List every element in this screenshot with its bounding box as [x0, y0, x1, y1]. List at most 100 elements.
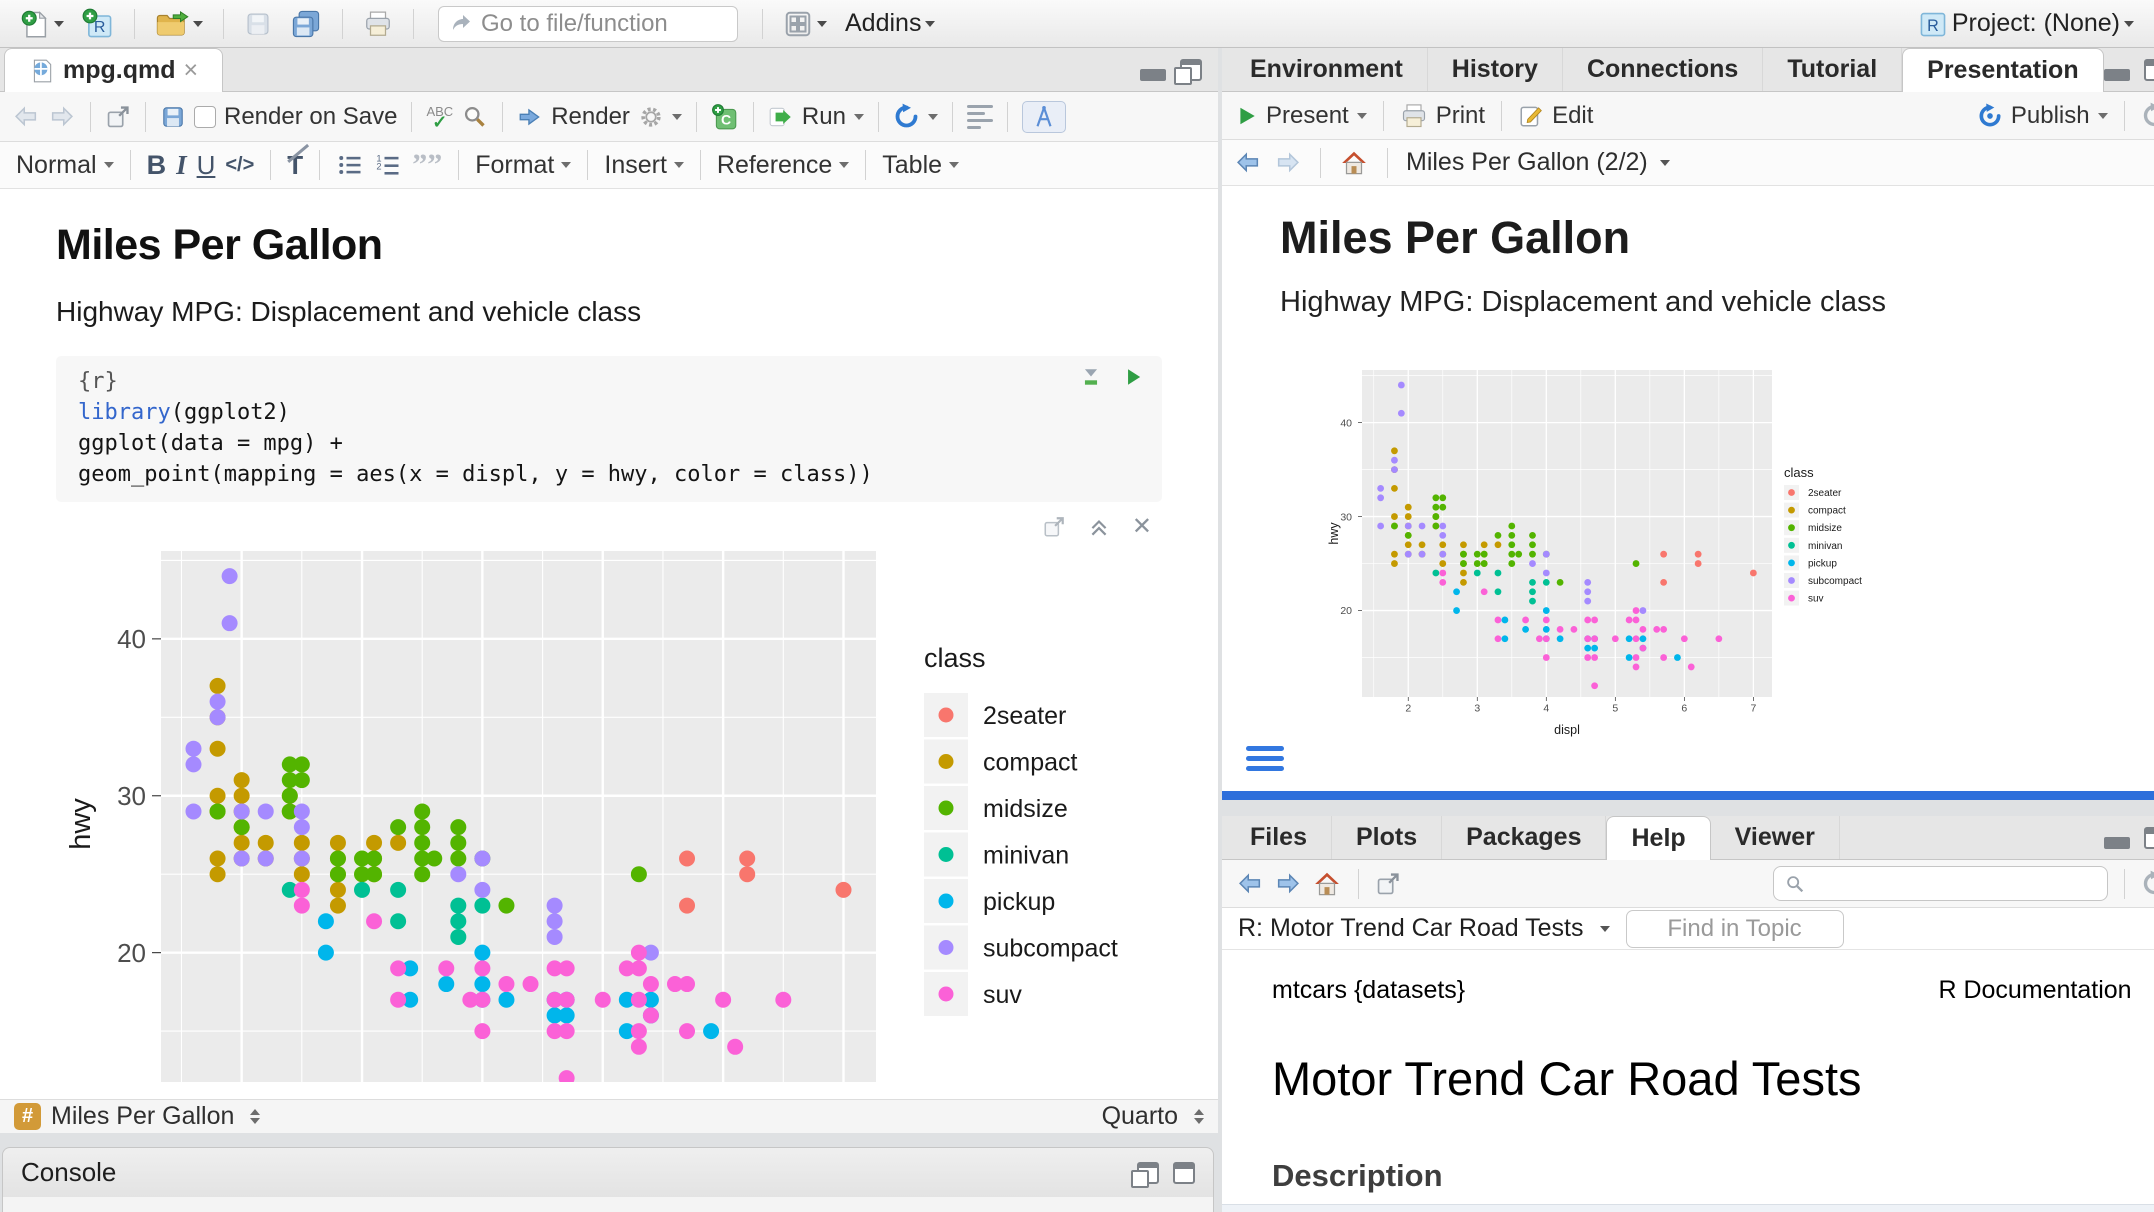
italic-button[interactable]: I [176, 150, 187, 181]
publish-button[interactable]: Publish [1977, 102, 2108, 130]
slide-menu-icon[interactable] [1246, 746, 1284, 771]
outline-toggle-icon[interactable] [967, 105, 993, 129]
tab-connections[interactable]: Connections [1563, 48, 1763, 91]
tab-environment-label: Environment [1250, 55, 1403, 84]
find-in-topic-input[interactable]: Find in Topic [1626, 910, 1844, 948]
r-code-chunk[interactable]: {r} library(ggplot2)ggplot(data = mpg) +… [56, 356, 1162, 502]
insert-menu[interactable]: Insert [604, 151, 684, 180]
home-icon[interactable] [1339, 148, 1369, 178]
format-menu[interactable]: Format [475, 151, 571, 180]
tab-history[interactable]: History [1428, 48, 1563, 91]
tab-plots[interactable]: Plots [1332, 816, 1442, 859]
tab-help[interactable]: Help [1606, 816, 1710, 860]
paragraph-style-label: Normal [16, 151, 97, 180]
output-popout-icon[interactable] [1042, 515, 1066, 539]
doc-type-label[interactable]: Quarto [1102, 1102, 1178, 1131]
rerun-icon[interactable] [893, 103, 920, 130]
save-doc-icon[interactable] [160, 104, 186, 130]
tab-viewer[interactable]: Viewer [1711, 816, 1840, 859]
run-button[interactable]: Run [768, 103, 864, 131]
blockquote-icon[interactable]: ”” [412, 155, 442, 175]
console-header[interactable]: Console [2, 1147, 1214, 1197]
slide-subtitle: Highway MPG: Displacement and vehicle cl… [1280, 286, 2154, 319]
presentation-slide[interactable]: Miles Per Gallon Highway MPG: Displaceme… [1222, 186, 2154, 791]
tab-presentation[interactable]: Presentation [1902, 48, 2103, 92]
render-settings-caret-icon[interactable] [672, 114, 682, 120]
help-search-input[interactable] [1773, 866, 2108, 901]
maximize-icon[interactable] [2144, 827, 2154, 849]
paragraph-style-select[interactable]: Normal [16, 151, 114, 180]
slide-location-caret-icon[interactable] [1660, 160, 1670, 166]
refresh-presentation-icon[interactable] [2141, 102, 2154, 129]
render-on-save-checkbox[interactable] [194, 106, 216, 128]
numbered-list-icon[interactable]: 12 [374, 151, 402, 179]
render-button[interactable]: Render [517, 103, 630, 131]
insert-chunk-icon[interactable]: C [711, 103, 739, 131]
tab-mpg-qmd[interactable]: mpg.qmd × [4, 48, 223, 92]
edit-presentation-button[interactable]: Edit [1518, 102, 1593, 130]
find-replace-icon[interactable] [461, 103, 488, 130]
close-tab-icon[interactable]: × [184, 56, 199, 85]
bullet-list-icon[interactable] [336, 151, 364, 179]
new-project-button[interactable]: R [78, 5, 118, 43]
svg-text:C: C [721, 111, 731, 127]
print-presentation-button[interactable]: Print [1400, 102, 1485, 130]
clear-output-icon[interactable]: ✕ [1132, 512, 1152, 541]
minimize-icon[interactable] [2104, 69, 2130, 81]
forward-icon[interactable] [48, 103, 76, 131]
present-button[interactable]: Present [1236, 102, 1367, 130]
save-button[interactable] [240, 7, 276, 41]
table-menu[interactable]: Table [882, 151, 959, 180]
tab-environment[interactable]: Environment [1226, 48, 1428, 91]
visual-editor-toggle[interactable] [1022, 101, 1066, 133]
clear-formatting-icon[interactable]: T [287, 150, 303, 181]
render-settings-gear-icon[interactable] [638, 104, 664, 130]
help-document[interactable]: mtcars {datasets} R Documentation Motor … [1222, 950, 2154, 1204]
popout-icon[interactable] [105, 104, 131, 130]
slide-back-icon[interactable] [1234, 149, 1262, 177]
presentation-toolbar: Present Print Edit [1222, 92, 2154, 140]
inline-code-button[interactable]: </> [225, 154, 254, 177]
help-home-icon[interactable] [1312, 869, 1342, 899]
new-file-button[interactable] [16, 6, 68, 42]
tab-files[interactable]: Files [1226, 816, 1332, 859]
collapse-output-icon[interactable] [1088, 516, 1110, 538]
slide-forward-icon[interactable] [1274, 149, 1302, 177]
outline-updown-icon[interactable] [250, 1109, 260, 1124]
refresh-help-icon[interactable] [2141, 870, 2154, 897]
outline-location[interactable]: Miles Per Gallon [51, 1102, 234, 1131]
project-menu[interactable]: R Project: (None) [1914, 6, 2138, 42]
console-maximize-icon[interactable] [1173, 1162, 1195, 1184]
back-icon[interactable] [12, 103, 40, 131]
console-restore-icon[interactable] [1137, 1162, 1159, 1184]
addins-menu[interactable]: Addins [841, 6, 939, 41]
tab-tutorial[interactable]: Tutorial [1763, 48, 1902, 91]
document-canvas[interactable]: Miles Per Gallon Highway MPG: Displaceme… [0, 189, 1218, 1099]
goto-file-search[interactable]: Go to file/function [438, 6, 738, 42]
help-forward-icon[interactable] [1274, 870, 1302, 898]
reference-menu[interactable]: Reference [717, 151, 849, 180]
topic-caret-icon[interactable] [1600, 926, 1610, 932]
maximize-icon[interactable] [2144, 59, 2154, 81]
bold-button[interactable]: B [147, 150, 167, 181]
minimize-icon[interactable] [2104, 837, 2130, 849]
help-back-icon[interactable] [1236, 870, 1264, 898]
print-button[interactable] [359, 6, 397, 42]
open-file-button[interactable] [151, 6, 207, 42]
render-on-save-toggle[interactable]: Render on Save [194, 103, 397, 131]
maximize-icon[interactable] [1180, 59, 1202, 81]
pane-layout-button[interactable] [779, 6, 831, 42]
rerun-caret-icon[interactable] [928, 114, 938, 120]
underline-button[interactable]: U [197, 150, 216, 181]
doc-type-updown-icon[interactable] [1194, 1109, 1204, 1124]
render-icon [517, 104, 543, 130]
run-chunks-above-icon[interactable] [1080, 366, 1102, 388]
save-all-button[interactable] [286, 6, 326, 42]
minimize-icon[interactable] [1140, 69, 1166, 81]
help-popout-icon[interactable] [1375, 871, 1401, 897]
run-chunk-icon[interactable] [1122, 366, 1144, 388]
topic-selector[interactable]: R: Motor Trend Car Road Tests [1238, 914, 1584, 943]
spellcheck-icon[interactable]: ABC✓ [426, 106, 453, 128]
tab-packages[interactable]: Packages [1442, 816, 1606, 859]
slide-location[interactable]: Miles Per Gallon (2/2) [1406, 148, 1648, 177]
